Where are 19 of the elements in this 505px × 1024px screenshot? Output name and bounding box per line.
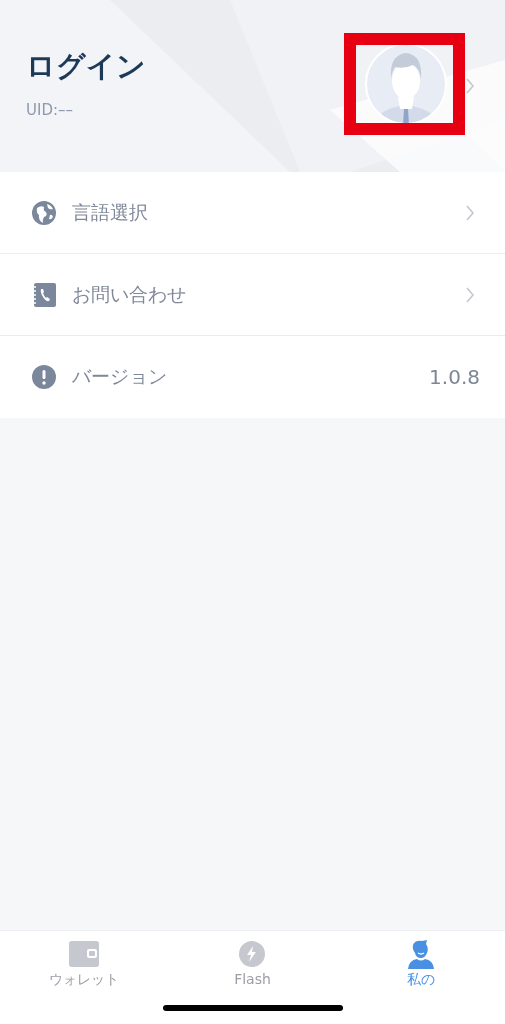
menu-item-label: バージョン [72,364,168,389]
version-number: 1.0.8 [429,365,480,389]
menu-item[interactable]: お問い合わせ [0,254,505,336]
login-title[interactable]: ログイン [26,47,146,87]
uid-text: UID:–– [26,101,73,119]
avatar-icon[interactable] [365,43,447,125]
chevron-icon [465,77,475,95]
tab[interactable]: ウォレット [0,939,169,995]
phone-book-icon [32,282,56,307]
chevron-icon [465,285,475,304]
menu-item-label: お問い合わせ [72,281,187,307]
menu-item-label: 言語選択 [72,199,149,225]
menu-item[interactable]: 言語選択 [0,172,505,254]
info-icon [32,365,56,389]
chevron-icon [465,203,475,222]
globe-icon [32,200,56,225]
tab[interactable]: 私の [336,939,505,995]
tab[interactable]: Flash [168,939,337,995]
wallet-icon [68,939,101,969]
